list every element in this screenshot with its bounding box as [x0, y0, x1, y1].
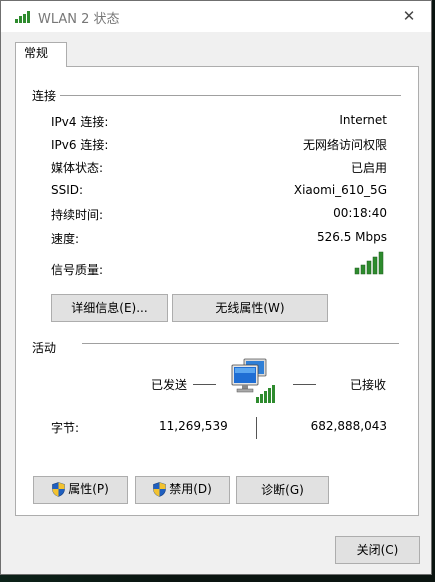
sent-label: 已发送	[151, 378, 188, 392]
wireless-properties-button[interactable]: 无线属性(W)	[172, 294, 328, 322]
bytes-separator	[256, 417, 257, 439]
diagnose-button[interactable]: 诊断(G)	[236, 476, 329, 504]
signal-quality-label: 信号质量:	[51, 263, 104, 277]
shield-icon	[153, 481, 166, 497]
speed-value: 526.5 Mbps	[316, 230, 387, 244]
activity-section-label: 活动	[32, 339, 57, 356]
general-panel: 连接 IPv4 连接: Internet IPv6 连接: 无网络访问权限 媒体…	[15, 66, 419, 516]
sent-dash	[193, 384, 216, 385]
bytes-sent-value: 11,269,539	[159, 419, 228, 433]
duration-label: 持续时间:	[51, 208, 104, 222]
tab-general[interactable]: 常规	[15, 42, 67, 67]
close-icon[interactable]: ✕	[387, 1, 431, 32]
wlan-status-dialog: WLAN 2 状态 ✕ 常规 连接 IPv4 连接: Internet IPv6…	[0, 0, 432, 575]
ipv4-label: IPv4 连接:	[51, 115, 109, 129]
details-button[interactable]: 详细信息(E)...	[51, 294, 168, 322]
ipv4-value: Internet	[339, 113, 387, 127]
duration-value: 00:18:40	[333, 206, 387, 220]
signal-strength-icon	[354, 251, 384, 275]
bytes-received-value: 682,888,043	[310, 419, 387, 433]
speed-label: 速度:	[51, 232, 80, 246]
window-title: WLAN 2 状态	[38, 12, 120, 27]
ipv6-value: 无网络访问权限	[302, 138, 387, 152]
wifi-signal-icon	[15, 11, 30, 23]
received-dash	[293, 384, 316, 385]
properties-button[interactable]: 属性(P)	[33, 476, 128, 504]
media-state-label: 媒体状态:	[51, 161, 104, 175]
activity-divider	[82, 343, 399, 344]
media-state-value: 已启用	[350, 161, 387, 175]
network-computers-icon	[231, 358, 275, 403]
ipv6-label: IPv6 连接:	[51, 138, 109, 152]
disable-label: 禁用(D)	[169, 482, 212, 496]
received-label: 已接收	[350, 378, 387, 392]
bytes-label: 字节:	[51, 421, 80, 435]
properties-label: 属性(P)	[68, 482, 109, 496]
ssid-label: SSID:	[51, 183, 84, 197]
ssid-value: Xiaomi_610_5G	[293, 183, 387, 197]
disable-button[interactable]: 禁用(D)	[135, 476, 230, 504]
connection-divider	[60, 95, 401, 96]
shield-icon	[52, 481, 65, 497]
connection-section-label: 连接	[32, 87, 57, 104]
close-button[interactable]: 关闭(C)	[335, 536, 420, 564]
title-bar: WLAN 2 状态 ✕	[1, 1, 431, 32]
